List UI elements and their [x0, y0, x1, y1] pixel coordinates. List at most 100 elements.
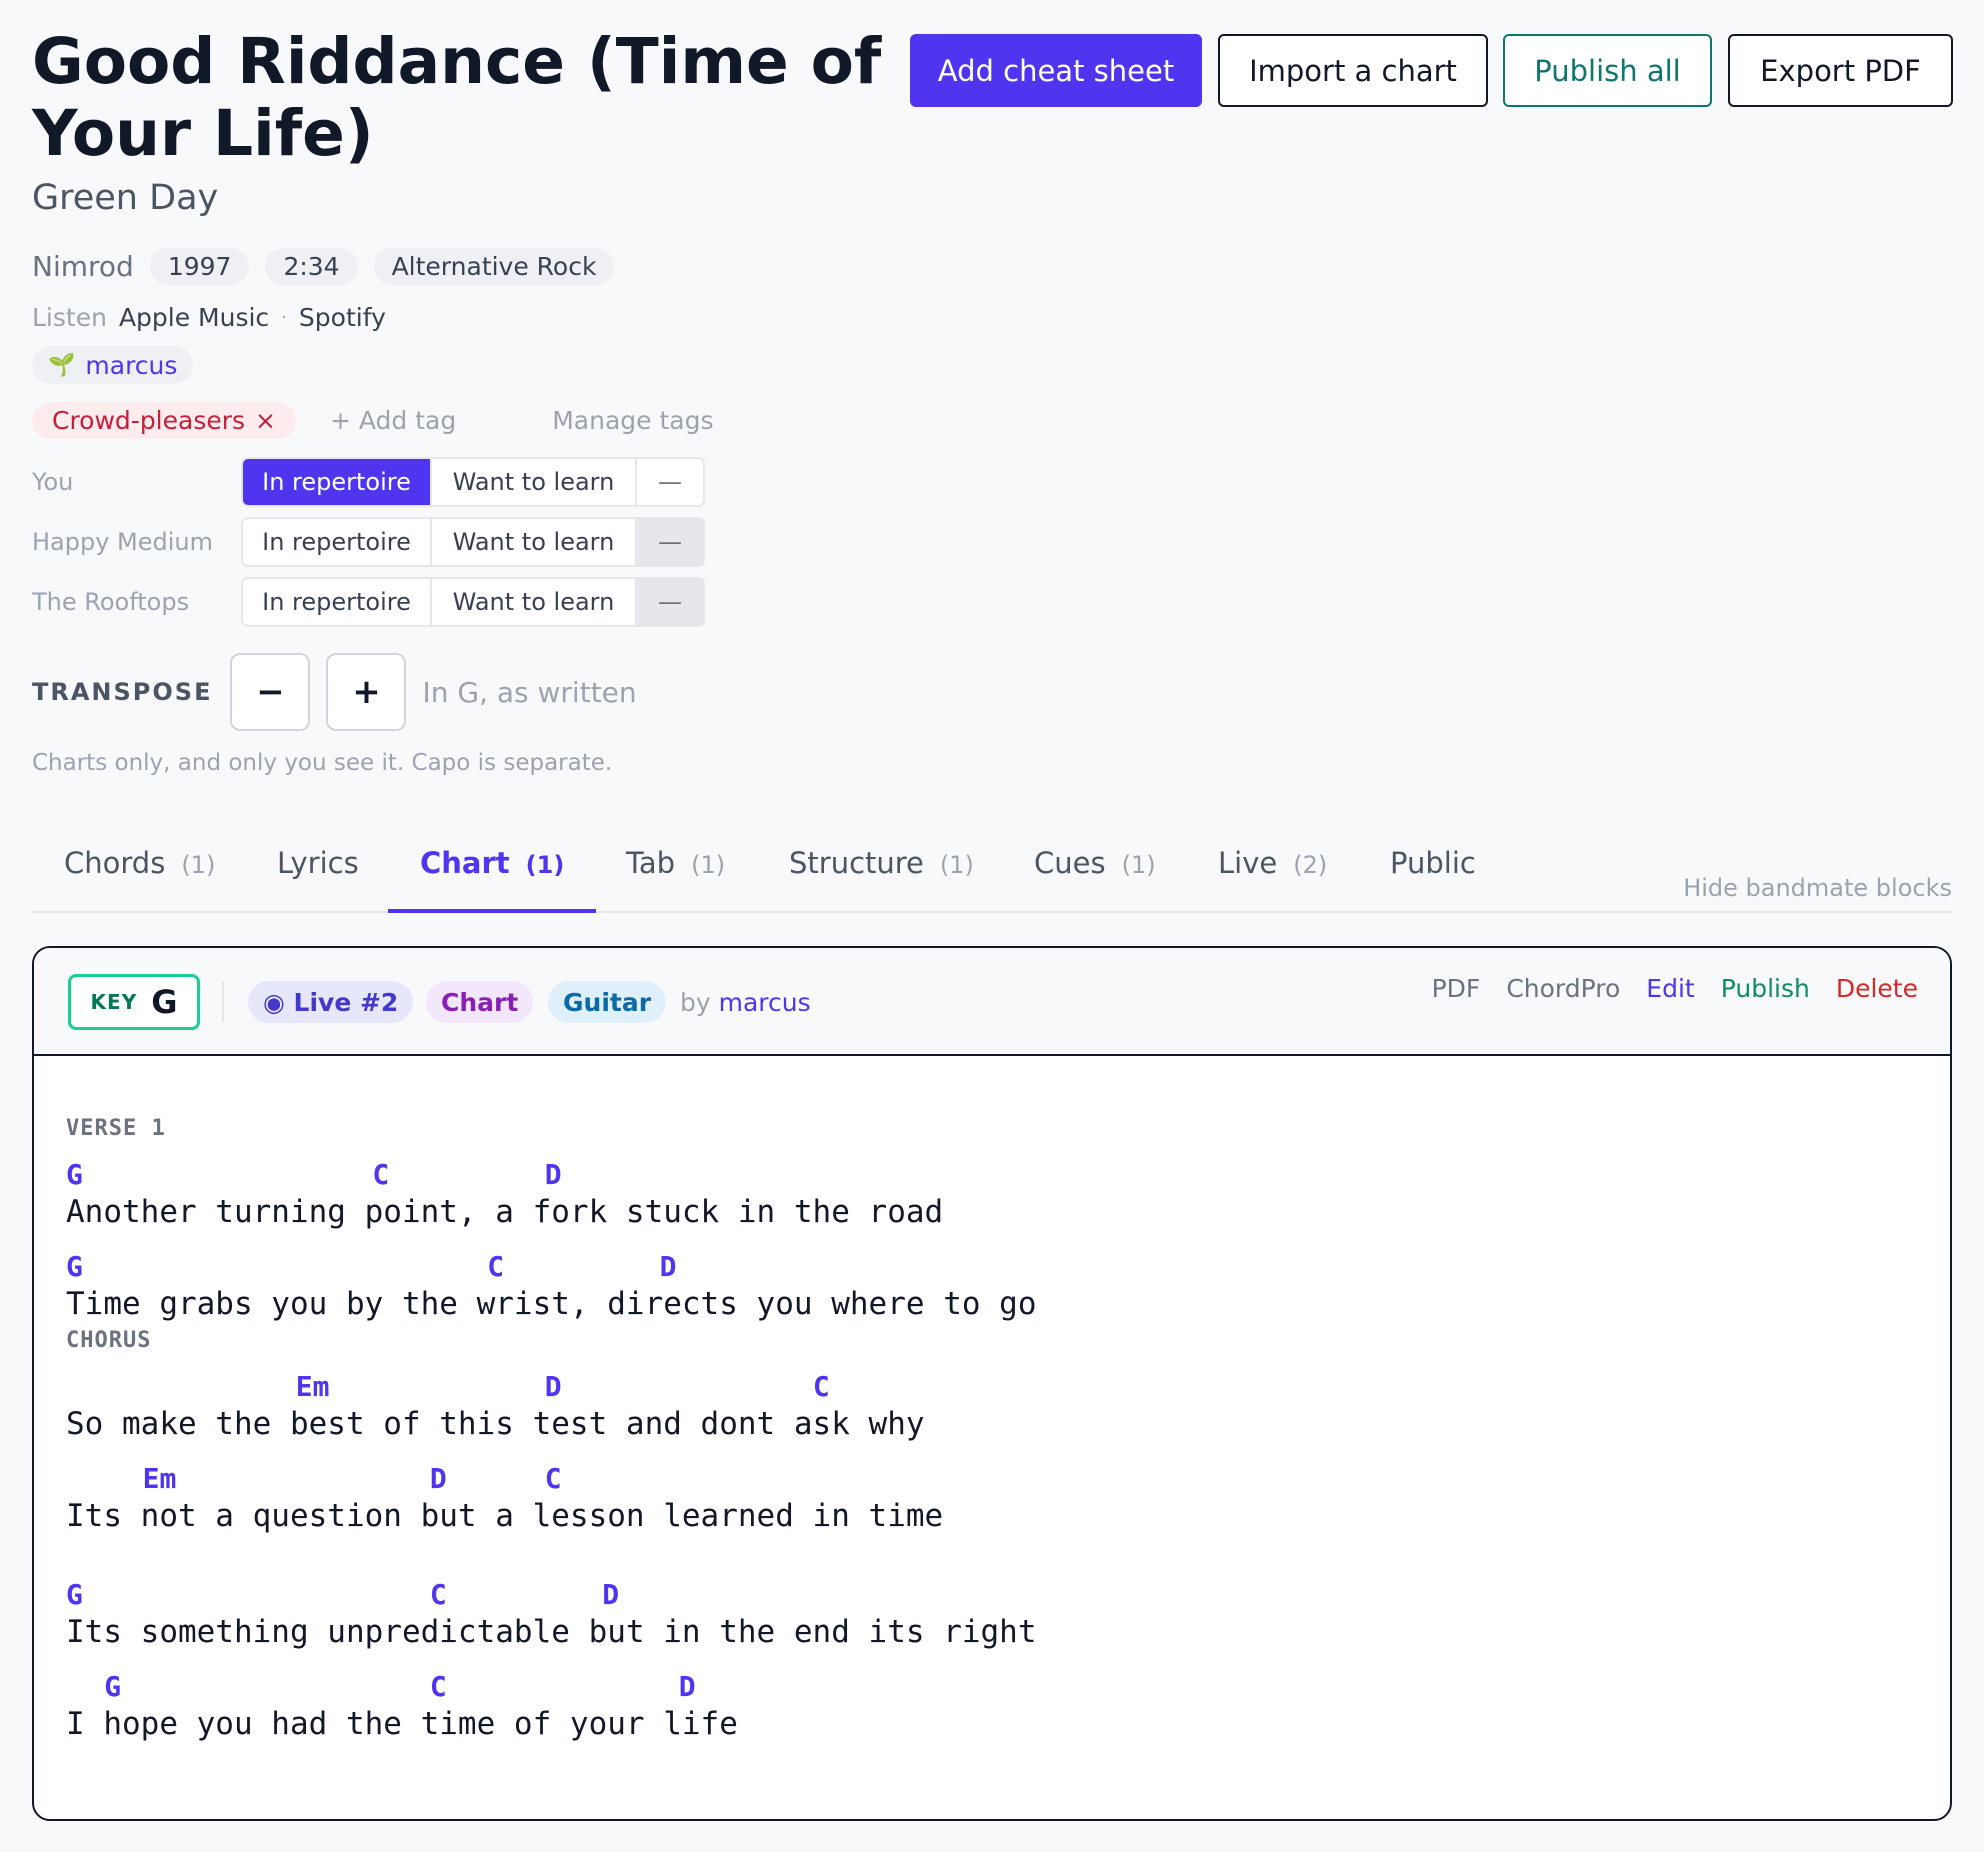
tab-count: (1) [939, 851, 974, 879]
lyric-line: Time grabs you by the wrist, directs you… [66, 1286, 1037, 1322]
tab-count: (1) [691, 851, 726, 879]
edit-button[interactable]: Edit [1646, 974, 1694, 1003]
author-link[interactable]: marcus [719, 988, 811, 1017]
chord-symbol: C [487, 1250, 505, 1283]
transpose-down-button[interactable]: − [230, 653, 311, 731]
none-option[interactable]: — [637, 579, 703, 625]
pdf-button[interactable]: PDF [1432, 974, 1481, 1003]
chord-symbol: D [678, 1670, 696, 1703]
tab-label: Lyrics [277, 846, 359, 880]
chordpro-button[interactable]: ChordPro [1506, 974, 1620, 1003]
publish-button[interactable]: Publish [1721, 974, 1810, 1003]
by-prefix: by [680, 988, 711, 1017]
status-row-happy-medium: Happy Medium In repertoire Want to learn… [32, 517, 705, 567]
type-badge: Chart [426, 981, 534, 1023]
tag-label: Crowd-pleasers [52, 405, 246, 435]
chart-block-header: KEY G ◉ Live #2 Chart Guitar by marcus P… [34, 948, 1950, 1056]
chart-line: Em D C Its not a question but a lesson lear… [66, 1462, 943, 1554]
tab-lyrics[interactable]: Lyrics [277, 840, 359, 913]
add-tag-button[interactable]: + Add tag [330, 406, 456, 435]
key-value: G [151, 983, 178, 1021]
key-label: KEY [90, 990, 138, 1014]
publish-all-button[interactable]: Publish all [1503, 34, 1712, 107]
tab-tab[interactable]: Tab (1) [626, 840, 725, 913]
chord-symbol: D [544, 1370, 562, 1403]
chord-symbol: G [104, 1670, 122, 1703]
spotify-link[interactable]: Spotify [299, 303, 386, 332]
key-badge: KEY G [68, 974, 200, 1030]
tab-public[interactable]: Public [1390, 840, 1476, 913]
chart-line: G C DI hope you had the time of your life [66, 1670, 738, 1762]
chord-symbol: D [544, 1158, 562, 1191]
lyric-line: So make the best of this test and dont a… [66, 1406, 925, 1442]
hide-bandmate-blocks-toggle[interactable]: Hide bandmate blocks [1683, 874, 1952, 902]
tab-cues[interactable]: Cues (1) [1034, 840, 1156, 913]
in-repertoire-option[interactable]: In repertoire [243, 579, 432, 625]
in-repertoire-option[interactable]: In repertoire [243, 459, 432, 505]
chord-symbol: C [429, 1670, 447, 1703]
status-row-label: Happy Medium [32, 528, 214, 556]
delete-button[interactable]: Delete [1836, 974, 1918, 1003]
block-actions: PDF ChordPro Edit Publish Delete [1406, 974, 1918, 1003]
song-meta: Nimrod 1997 2:34 Alternative Rock [32, 248, 615, 285]
header-divider [222, 982, 224, 1022]
transpose-control: TRANSPOSE − + In G, as written [32, 653, 637, 731]
chord-symbol: G [66, 1158, 83, 1191]
apple-music-link[interactable]: Apple Music [119, 303, 269, 332]
chord-symbol: G [66, 1578, 83, 1611]
want-to-learn-option[interactable]: Want to learn [432, 519, 637, 565]
duration-pill: 2:34 [265, 248, 358, 285]
export-pdf-button[interactable]: Export PDF [1728, 34, 1953, 107]
section-heading: VERSE 1 [66, 1116, 166, 1141]
status-row-label: You [32, 468, 74, 496]
tab-count: (1) [181, 851, 216, 879]
tab-structure[interactable]: Structure (1) [789, 840, 974, 913]
live-badge: ◉ Live #2 [248, 981, 414, 1023]
status-segmented-control: In repertoire Want to learn — [241, 577, 705, 627]
none-option[interactable]: — [637, 519, 703, 565]
tab-live[interactable]: Live (2) [1218, 840, 1327, 913]
album-name: Nimrod [32, 250, 134, 283]
lyric-line: Another turning point, a fork stuck in t… [66, 1194, 944, 1230]
tab-chords[interactable]: Chords (1) [64, 840, 215, 913]
status-row-label: The Rooftops [32, 588, 190, 616]
transpose-up-button[interactable]: + [326, 653, 407, 731]
import-chart-button[interactable]: Import a chart [1218, 34, 1488, 107]
instrument-badge: Guitar [548, 981, 667, 1023]
tab-count: (2) [1293, 851, 1328, 879]
none-option[interactable]: — [637, 459, 703, 505]
owner-pill[interactable]: 🌱 marcus [32, 346, 194, 384]
in-repertoire-option[interactable]: In repertoire [243, 519, 432, 565]
chord-symbol: C [812, 1370, 830, 1403]
tab-chart[interactable]: Chart (1) [388, 840, 597, 913]
tab-label: Live [1218, 846, 1278, 880]
status-segmented-control: In repertoire Want to learn — [241, 457, 705, 507]
chord-symbol: D [659, 1250, 677, 1283]
genre-pill: Alternative Rock [373, 248, 615, 285]
tab-label: Chords [64, 846, 166, 880]
add-cheat-sheet-button[interactable]: Add cheat sheet [910, 34, 1202, 107]
tab-label: Tab [626, 846, 676, 880]
block-tabs: Chords (1) Lyrics Chart (1) Tab (1) Structu… [32, 840, 1952, 913]
owner-name: marcus [85, 350, 178, 380]
manage-tags-link[interactable]: Manage tags [552, 406, 713, 435]
want-to-learn-option[interactable]: Want to learn [432, 459, 637, 505]
tag-remove-icon[interactable]: × [255, 406, 276, 435]
status-row-you: You In repertoire Want to learn — [32, 457, 705, 507]
song-artist[interactable]: Green Day [32, 178, 218, 218]
chart-line: Em D C So make the best of this test and do… [66, 1370, 925, 1462]
chord-symbol: C [372, 1158, 390, 1191]
want-to-learn-option[interactable]: Want to learn [432, 579, 637, 625]
chord-symbol: Em [142, 1462, 177, 1495]
transpose-label: TRANSPOSE [32, 678, 213, 706]
lyric-line: Its something unpredictable but in the e… [66, 1614, 1037, 1650]
chord-symbol: Em [295, 1370, 330, 1403]
chord-chart: VERSE 1 G C D Another turning point, a fork … [66, 1116, 1037, 1762]
chord-symbol: D [429, 1462, 447, 1495]
tag-chip[interactable]: Crowd-pleasers × [32, 401, 296, 439]
tab-count: (1) [525, 851, 565, 879]
transpose-note: Charts only, and only you see it. Capo i… [32, 750, 613, 776]
author-byline: by marcus [680, 988, 811, 1017]
chord-symbol: G [66, 1250, 83, 1283]
listen-links: Listen Apple Music · Spotify [32, 303, 386, 332]
